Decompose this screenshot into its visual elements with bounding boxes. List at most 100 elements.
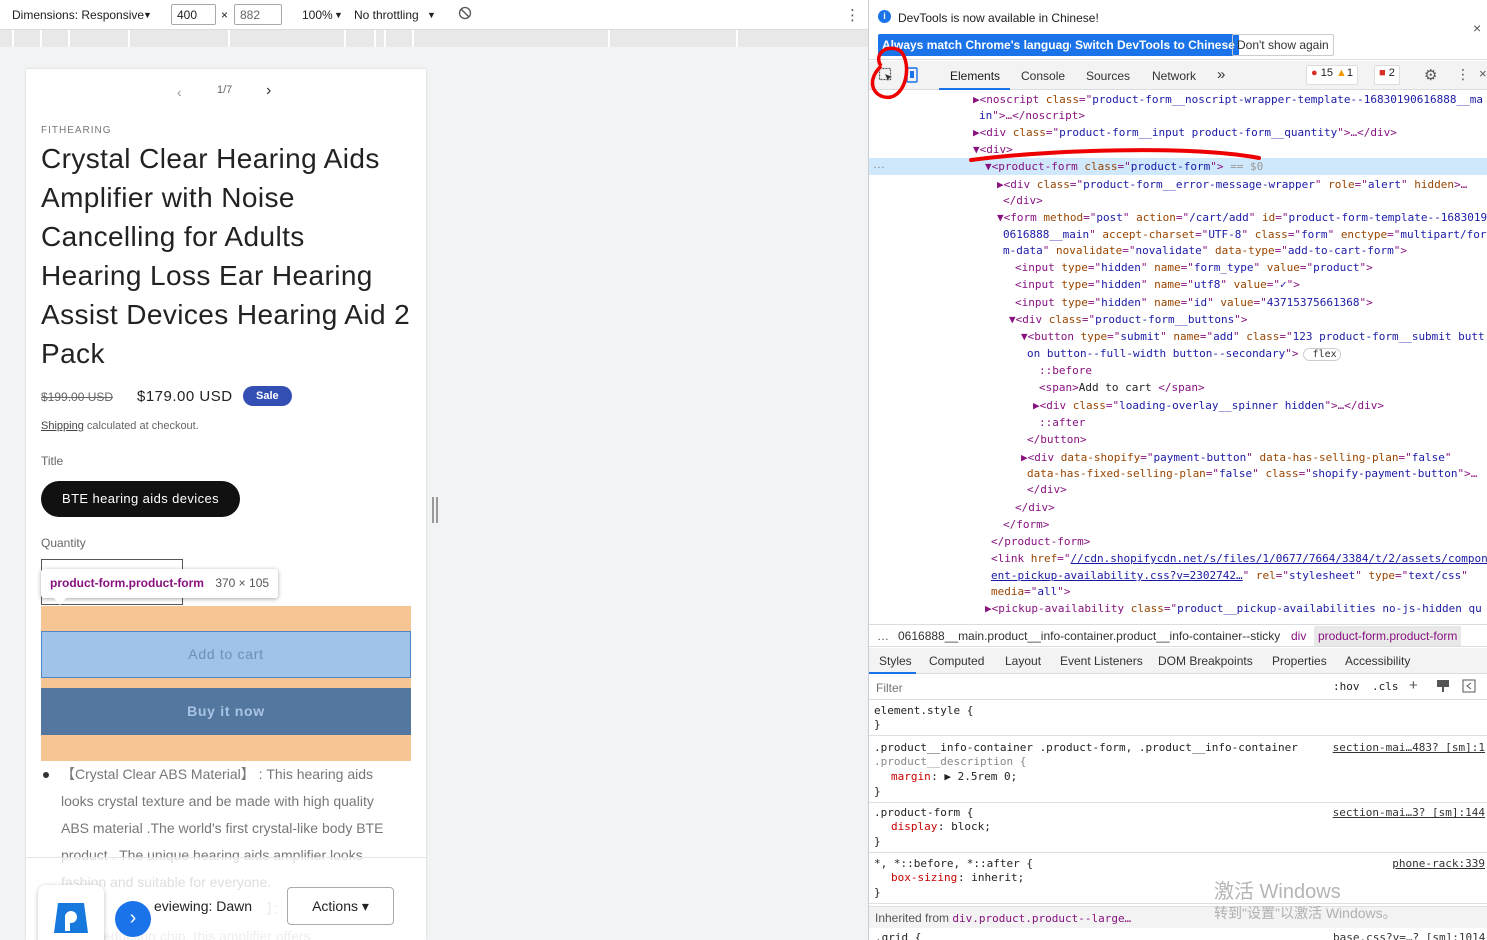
crumb-div[interactable]: div (1291, 629, 1306, 643)
zoom-dropdown[interactable]: 100% (302, 8, 333, 22)
height-input[interactable]: 882 (234, 4, 282, 25)
settings-gear-icon[interactable]: ⚙ (1424, 66, 1437, 84)
dom-node-line[interactable]: <input type="hidden" name="id" value="43… (1015, 294, 1373, 311)
language-infobar: i DevTools is now available in Chinese! … (869, 0, 1487, 60)
subtab-styles[interactable]: Styles (879, 654, 912, 668)
switch-chinese-button[interactable]: Switch DevTools to Chinese (1071, 34, 1239, 56)
inspect-element-icon[interactable] (878, 67, 894, 86)
issues-badge[interactable]: ■ 2 (1374, 65, 1400, 85)
actions-dropdown[interactable]: Actions ▾ (287, 887, 394, 925)
inherited-source[interactable]: div.product.product--large… (952, 912, 1131, 925)
active-tab-indicator (939, 88, 1010, 90)
more-options-icon[interactable]: ⋮ (845, 6, 860, 24)
css-selector: .product__info-container .product-form, … (874, 741, 1298, 754)
dom-node-line[interactable]: </div> (1027, 481, 1067, 498)
css-source-link[interactable]: section-mai…3? [sm]:144 (1333, 806, 1485, 819)
dom-node-line[interactable]: ▼<button type="submit" name="add" class=… (1021, 328, 1485, 345)
paint-icon[interactable] (1436, 679, 1450, 696)
shopify-logo (38, 885, 104, 940)
dom-node-line[interactable]: data-has-fixed-selling-plan="false" clas… (1027, 465, 1477, 482)
next-image-icon[interactable]: › (266, 82, 271, 100)
tab-network[interactable]: Network (1152, 69, 1196, 83)
tab-sources[interactable]: Sources (1086, 69, 1130, 83)
cls-toggle[interactable]: .cls (1372, 680, 1399, 693)
subtab-computed[interactable]: Computed (929, 654, 984, 668)
crumb-container[interactable]: 0616888__main.product__info-container.pr… (898, 629, 1280, 643)
warning-icon: ▲ (1336, 67, 1347, 79)
throttling-dropdown[interactable]: No throttling (354, 8, 419, 22)
product-title-line: Assist Devices Hearing Aid 2 (41, 299, 411, 330)
styles-filter-input[interactable] (873, 678, 1323, 697)
dom-node-line[interactable]: <input type="hidden" name="form_type" va… (1015, 259, 1373, 276)
buy-now-button[interactable]: Buy it now (41, 688, 411, 735)
sidebar-toggle-icon[interactable] (1462, 679, 1476, 696)
dimensions-dropdown[interactable]: Dimensions: Responsive (12, 8, 144, 22)
dom-node-line[interactable]: ▼<form method="post" action="/cart/add" … (997, 209, 1487, 226)
devtools-menu-icon[interactable]: ⋮ (1456, 66, 1470, 83)
crumb-ellipsis[interactable]: … (877, 629, 889, 643)
throttling-caret-icon: ▼ (427, 10, 436, 20)
bullet-dot (43, 772, 49, 778)
dom-node-line[interactable]: ▶<div data-shopify="payment-button" data… (1021, 449, 1452, 466)
shipping-link[interactable]: Shipping (41, 420, 84, 432)
dom-node-line[interactable]: ▶<div class="loading-overlay__spinner hi… (1033, 397, 1384, 414)
windows-watermark-text: 转到"设置"以激活 Windows。 (1214, 905, 1397, 921)
dom-node-line[interactable]: </div> (1003, 192, 1043, 209)
add-to-cart-button[interactable]: Add to cart (41, 631, 411, 678)
hov-toggle[interactable]: :hov (1333, 680, 1360, 693)
more-tabs-icon[interactable]: » (1217, 66, 1225, 83)
device-toggle-icon[interactable] (906, 67, 920, 86)
dom-node-line[interactable]: ▶<div class="product-form__input product… (973, 124, 1397, 141)
dom-node-line[interactable]: </div> (1015, 499, 1055, 516)
subtab-event-listeners[interactable]: Event Listeners (1060, 654, 1143, 668)
dom-node-line[interactable]: ▶<pickup-availability class="product__pi… (985, 600, 1482, 617)
subtab-dom-breakpoints[interactable]: DOM Breakpoints (1158, 654, 1253, 668)
new-rule-icon[interactable]: + (1409, 677, 1418, 694)
preview-chevron-icon[interactable]: › (115, 901, 151, 937)
node-ellipsis-icon[interactable]: … (873, 157, 885, 171)
match-language-button[interactable]: Always match Chrome's language (878, 34, 1081, 56)
dom-node-line[interactable]: on button--full-width button--secondary"… (1027, 345, 1341, 363)
width-input[interactable]: 400 (171, 4, 216, 25)
product-title: Crystal Clear Hearing Aids Amplifier with… (41, 139, 411, 373)
dom-node-line[interactable]: <span>Add to cart </span> (1039, 379, 1205, 396)
tab-console[interactable]: Console (1021, 69, 1065, 83)
devtools-close-icon[interactable]: × (1479, 66, 1487, 81)
subtab-properties[interactable]: Properties (1272, 654, 1327, 668)
zoom-caret-icon: ▼ (334, 10, 343, 20)
infobar-close-icon[interactable]: × (1473, 20, 1481, 36)
dom-node-line[interactable]: </product-form> (991, 533, 1090, 550)
error-warning-badge[interactable]: ● 15 ▲1 (1306, 65, 1359, 85)
dom-node-line[interactable]: ▼<div class="product-form__buttons"> (1009, 311, 1247, 328)
dom-node-line[interactable]: <link href="//cdn.shopifycdn.net/s/files… (991, 550, 1487, 567)
tab-elements[interactable]: Elements (950, 69, 1000, 83)
css-source-link[interactable]: section-mai…483? [sm]:1 (1333, 741, 1485, 754)
variant-pill[interactable]: BTE hearing aids devices (41, 481, 241, 517)
crumb-product-form[interactable]: product-form.product-form (1314, 626, 1462, 646)
dom-node-line[interactable]: media="all"> (991, 583, 1071, 600)
subtab-accessibility[interactable]: Accessibility (1345, 654, 1410, 668)
dom-node-line[interactable]: ▶<div class="product-form__error-message… (997, 176, 1467, 193)
dom-node-line[interactable]: ent-pickup-availability.css?v=2302742…" … (991, 567, 1468, 584)
subtab-layout[interactable]: Layout (1005, 654, 1041, 668)
dom-node-line[interactable]: </form> (1003, 516, 1049, 533)
dom-node-line[interactable]: ::before (1039, 362, 1092, 379)
dont-show-again-button[interactable]: Don't show again (1232, 34, 1334, 56)
dom-node-line[interactable]: ::after (1039, 414, 1085, 431)
issue-icon: ■ (1379, 67, 1386, 79)
rotate-icon[interactable] (458, 6, 472, 23)
dom-node-line[interactable]: in">…</noscript> (979, 107, 1085, 124)
sale-badge: Sale (243, 386, 292, 406)
old-price: $199.00 USD (41, 390, 114, 404)
dom-node-line[interactable]: ▼<product-form class="product-form"> == … (985, 158, 1263, 175)
prev-image-icon[interactable]: ‹ (177, 84, 182, 100)
dom-node-line[interactable]: ▼<div> (973, 141, 1013, 158)
dom-node-line[interactable]: m-data" novalidate="novalidate" data-typ… (1003, 242, 1407, 259)
dom-node-line[interactable]: <input type="hidden" name="utf8" value="… (1015, 276, 1300, 293)
resize-handle[interactable] (432, 497, 438, 523)
dom-node-line[interactable]: </button> (1027, 431, 1087, 448)
grid-rule-source[interactable]: base.css?v=…? [sm]:1014 (1333, 931, 1485, 940)
css-source-link[interactable]: phone-rack:339 (1392, 857, 1485, 870)
dom-node-line[interactable]: 0616888__main" accept-charset="UTF-8" cl… (1003, 226, 1487, 243)
dom-node-line[interactable]: ▶<noscript class="product-form__noscript… (973, 91, 1483, 108)
